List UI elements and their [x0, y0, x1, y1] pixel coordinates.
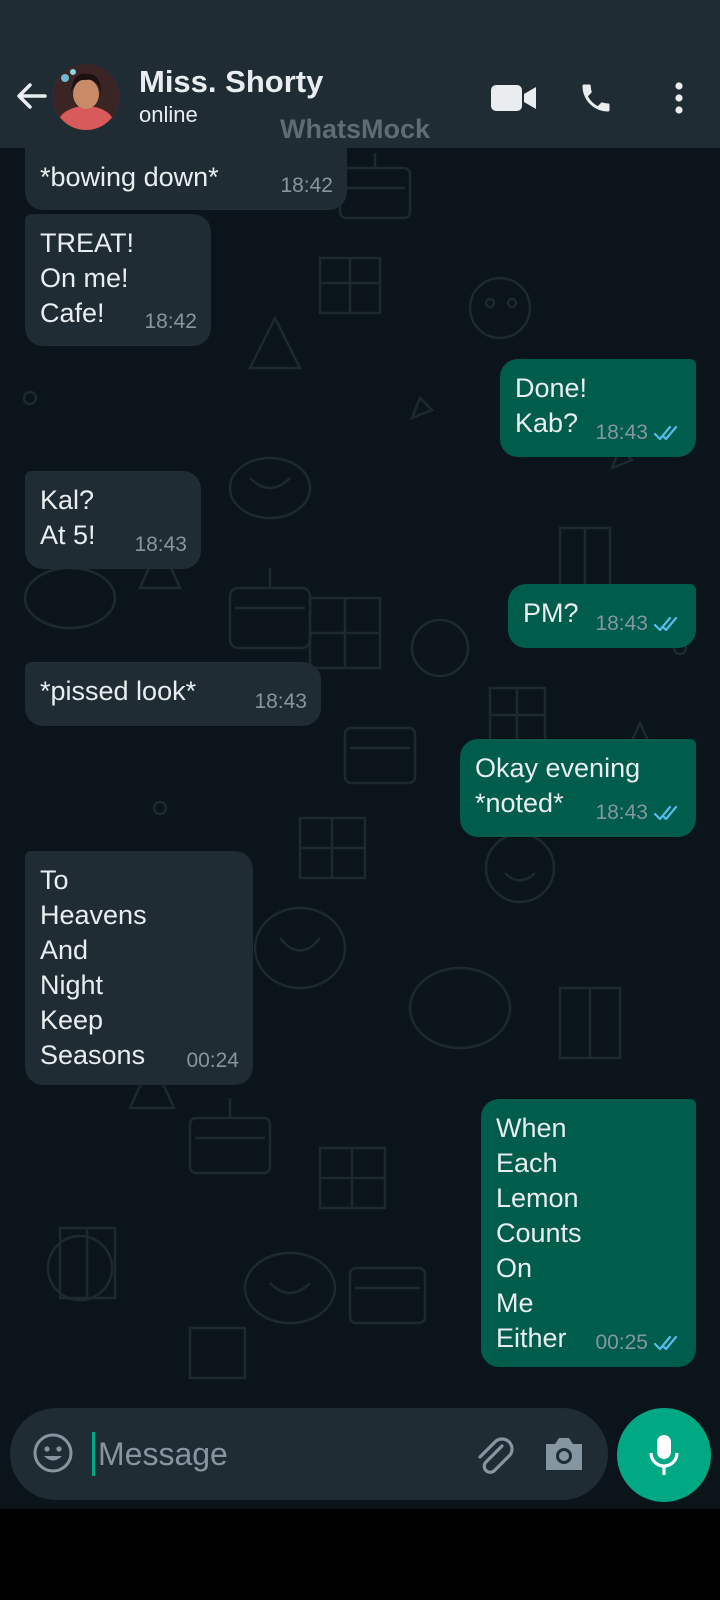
double-check-read-icon: [654, 616, 678, 632]
message-text: When Each Lemon Counts On Me Either: [496, 1113, 582, 1353]
chat-header: Miss. Shorty online WhatsMock: [0, 0, 720, 148]
message-outgoing[interactable]: Done! Kab? 18:43: [500, 359, 696, 457]
phone-icon: [582, 84, 610, 112]
double-check-read-icon: [654, 1335, 678, 1351]
message-incoming[interactable]: *pissed look* 18:43: [25, 662, 321, 726]
message-time: 18:43: [595, 612, 648, 635]
double-check-read-icon: [654, 805, 678, 821]
arrow-left-icon: [17, 83, 47, 109]
message-time: 18:43: [595, 801, 648, 824]
chat-screen: Miss. Shorty online WhatsMock *bowing do…: [0, 0, 720, 1509]
message-incoming[interactable]: Kal? At 5! 18:43: [25, 471, 201, 569]
paperclip-icon: [478, 1437, 514, 1474]
camera-button[interactable]: [542, 1434, 586, 1474]
contact-name[interactable]: Miss. Shorty: [139, 64, 323, 100]
avatar-photo: [53, 64, 119, 130]
message-time: 00:25: [595, 1331, 648, 1354]
text-cursor: [92, 1432, 95, 1476]
system-navigation-area: [0, 1509, 720, 1600]
message-composer: [10, 1408, 608, 1500]
app-watermark: WhatsMock: [280, 114, 431, 144]
message-incoming[interactable]: TREAT! On me! Cafe! 18:42: [25, 214, 211, 346]
contact-avatar[interactable]: [53, 64, 119, 130]
more-options-button[interactable]: [668, 78, 690, 118]
message-time: 18:43: [254, 690, 307, 713]
message-time: 18:42: [144, 310, 197, 333]
message-input[interactable]: [92, 1428, 452, 1480]
message-time: 00:24: [186, 1049, 239, 1072]
double-check-read-icon: [654, 425, 678, 441]
message-time: 18:43: [134, 533, 187, 556]
attach-button[interactable]: [472, 1432, 516, 1476]
voice-record-button[interactable]: [617, 1408, 711, 1502]
message-incoming[interactable]: *bowing down* 18:42: [25, 148, 347, 210]
message-time: 18:42: [280, 174, 333, 197]
microphone-icon: [649, 1435, 679, 1475]
voice-call-button[interactable]: [576, 78, 616, 118]
contact-status: online: [139, 102, 198, 127]
back-button[interactable]: [14, 78, 50, 114]
emoji-button[interactable]: [32, 1432, 74, 1474]
message-outgoing[interactable]: Okay evening *noted* 18:43: [460, 739, 696, 837]
camera-icon: [546, 1438, 582, 1470]
emoji-icon: [33, 1433, 73, 1473]
message-incoming[interactable]: To Heavens And Night Keep Seasons 00:24: [25, 851, 253, 1085]
message-text: To Heavens And Night Keep Seasons: [40, 865, 147, 1070]
video-call-button[interactable]: [490, 78, 538, 118]
message-outgoing[interactable]: PM? 18:43: [508, 584, 696, 648]
message-outgoing[interactable]: When Each Lemon Counts On Me Either 00:2…: [481, 1099, 696, 1367]
more-vertical-icon: [675, 82, 683, 114]
message-time: 18:43: [595, 421, 648, 444]
message-list[interactable]: *bowing down* 18:42 TREAT! On me! Cafe! …: [0, 148, 720, 1404]
video-camera-icon: [491, 85, 536, 111]
